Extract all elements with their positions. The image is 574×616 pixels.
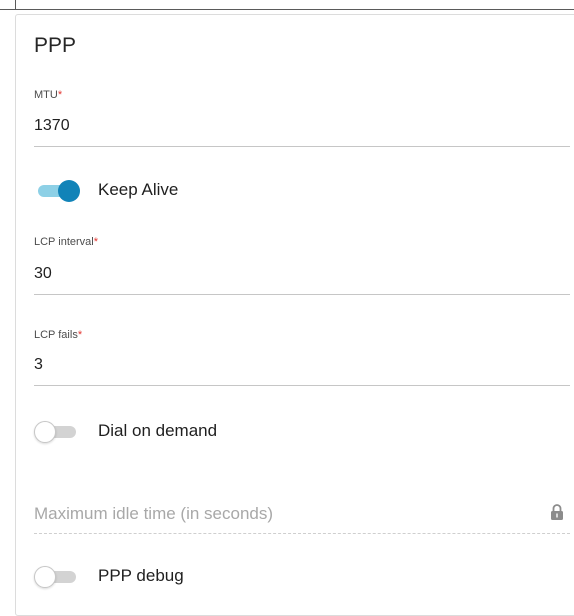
dial-on-demand-label: Dial on demand <box>98 421 218 440</box>
top-frame-border <box>0 0 574 10</box>
mtu-underline <box>34 146 570 147</box>
max-idle-time-underline <box>34 533 570 534</box>
lcp-interval-input[interactable]: 30 <box>34 265 52 283</box>
lcp-fails-label: LCP fails* <box>34 329 83 341</box>
lcp-interval-underline <box>34 294 570 295</box>
ppp-debug-toggle[interactable] <box>34 566 80 588</box>
required-mark: * <box>77 329 83 341</box>
section-title: PPP <box>34 34 77 57</box>
required-mark: * <box>93 236 98 248</box>
frame-divider <box>15 0 16 9</box>
mtu-input[interactable]: 1370 <box>34 117 70 135</box>
mtu-label: MTU* <box>34 89 63 101</box>
lcp-fails-input[interactable]: 3 <box>34 356 43 374</box>
ppp-debug-label: PPP debug <box>98 566 184 585</box>
lcp-interval-label: LCP interval* <box>34 236 98 248</box>
required-mark: * <box>57 89 63 101</box>
lock-icon <box>551 504 563 520</box>
max-idle-time-input: Maximum idle time (in seconds) <box>34 504 274 523</box>
dial-on-demand-toggle[interactable] <box>34 421 80 443</box>
keep-alive-toggle[interactable] <box>34 180 80 202</box>
keep-alive-label: Keep Alive <box>98 180 179 199</box>
lcp-fails-underline <box>34 385 570 386</box>
ppp-settings-card <box>15 14 574 616</box>
